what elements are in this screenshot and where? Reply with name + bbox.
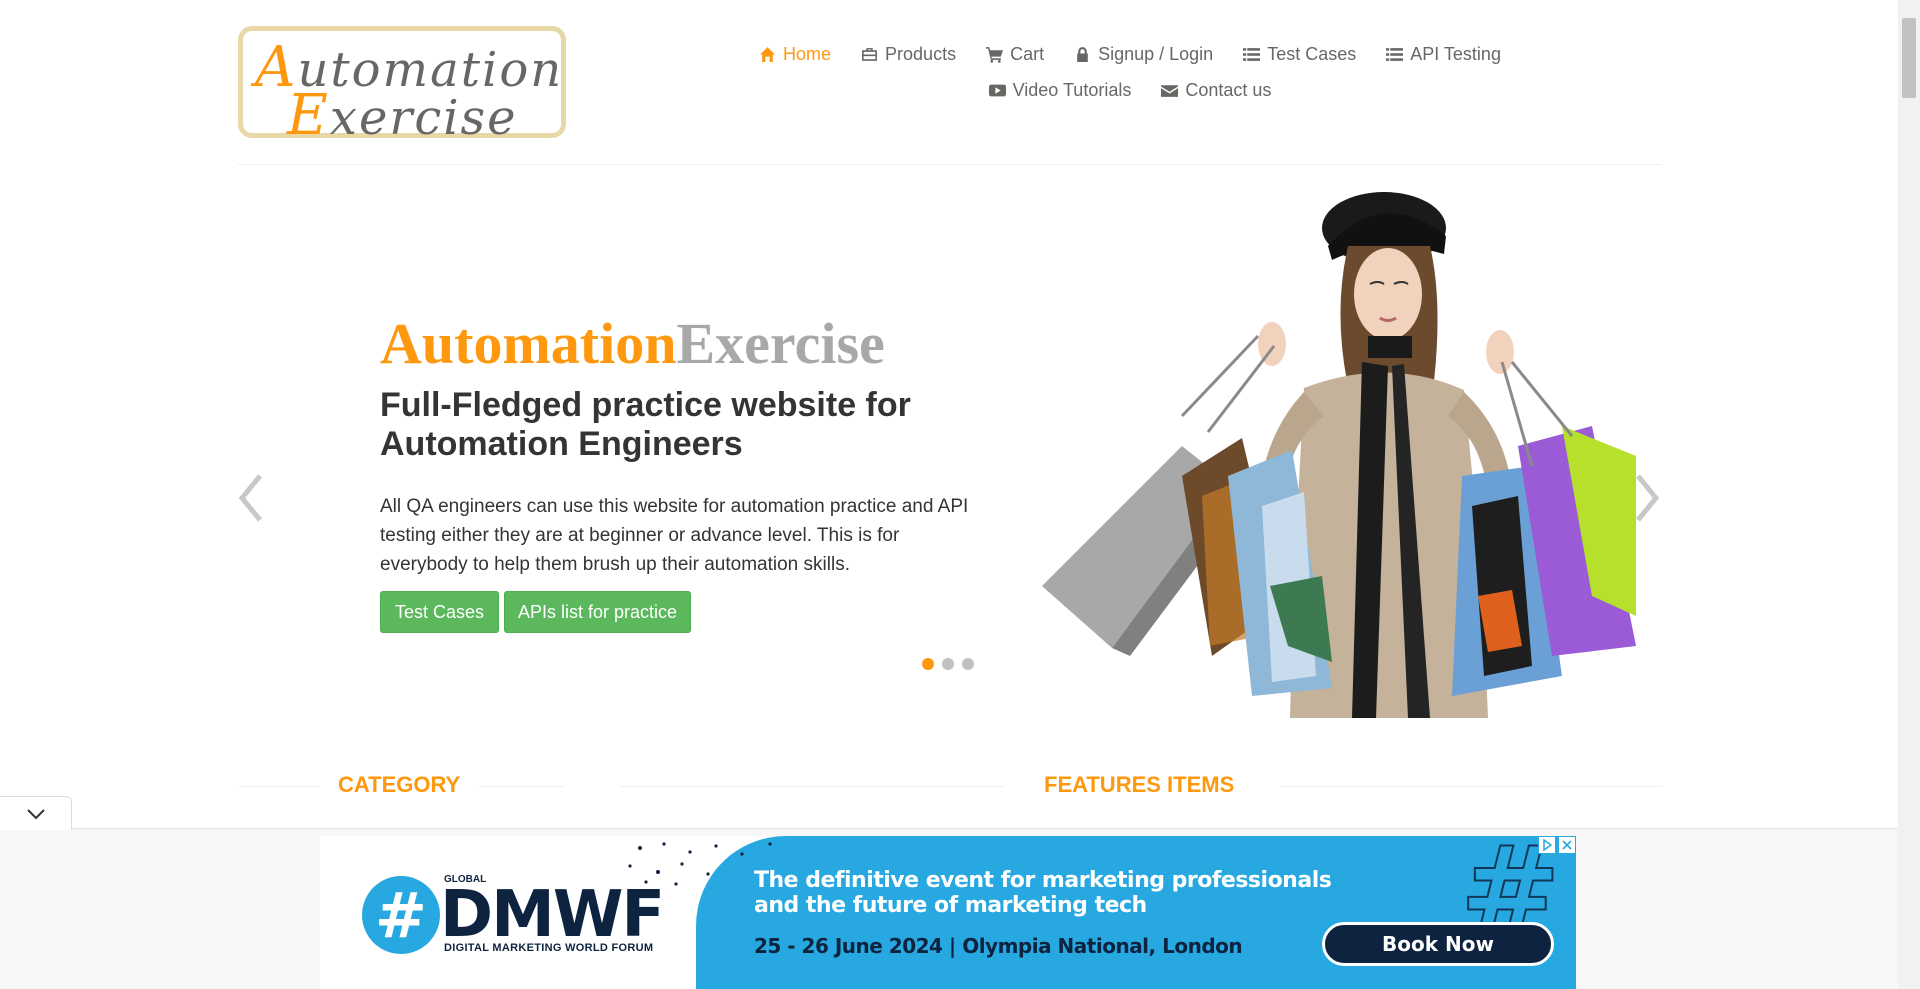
features-divider-right bbox=[1280, 786, 1662, 787]
briefcase-icon bbox=[862, 47, 877, 61]
ad-book-now-button[interactable]: Book Now bbox=[1322, 922, 1554, 966]
nav-home-label: Home bbox=[783, 43, 832, 64]
site-logo[interactable]: Automation Exercise bbox=[238, 26, 566, 148]
nav-test-cases-label: Test Cases bbox=[1267, 43, 1357, 64]
cart-icon bbox=[986, 46, 1004, 63]
ad-date: 25 - 26 June 2024 | Olympia National, Lo… bbox=[754, 934, 1243, 958]
list-icon bbox=[1386, 47, 1404, 61]
nav-signup-login-label: Signup / Login bbox=[1098, 43, 1214, 64]
slider-indicators bbox=[922, 658, 974, 670]
nav-row-2: Video Tutorials Contact us bbox=[700, 72, 1560, 108]
nav-signup-login[interactable]: Signup / Login bbox=[1074, 44, 1213, 65]
category-divider-right bbox=[478, 786, 564, 787]
page: Automation Exercise Home Products Cart S… bbox=[0, 0, 1920, 989]
list-icon bbox=[1243, 47, 1261, 61]
nav-contact-us[interactable]: Contact us bbox=[1161, 80, 1271, 101]
ad-collapse-button[interactable] bbox=[0, 796, 72, 830]
chevron-right-icon bbox=[1636, 474, 1660, 522]
ad-close-button[interactable] bbox=[1558, 836, 1576, 854]
category-divider-left bbox=[238, 786, 320, 787]
logo-line-2: Exercise bbox=[287, 83, 518, 148]
chevron-down-icon bbox=[26, 808, 45, 819]
category-title: CATEGORY bbox=[338, 772, 461, 797]
nav-contact-us-label: Contact us bbox=[1185, 79, 1272, 100]
slider-dot-3[interactable] bbox=[962, 658, 974, 670]
test-cases-button[interactable]: Test Cases bbox=[380, 591, 499, 633]
ad-headline: The definitive event for marketing profe… bbox=[754, 868, 1332, 918]
nav-api-testing[interactable]: API Testing bbox=[1386, 44, 1501, 65]
envelope-icon bbox=[1161, 84, 1179, 97]
ad-subtitle: DIGITAL MARKETING WORLD FORUM bbox=[444, 942, 654, 954]
slide-headline: Full-Fledged practice website for Automa… bbox=[380, 386, 911, 463]
slider-dot-2[interactable] bbox=[942, 658, 954, 670]
slider-dot-1[interactable] bbox=[922, 658, 934, 670]
ad-choices-button[interactable] bbox=[1538, 836, 1556, 854]
close-icon bbox=[1562, 840, 1572, 850]
nav-products-label: Products bbox=[885, 43, 957, 64]
header-divider bbox=[238, 164, 1662, 165]
youtube-play-icon bbox=[988, 84, 1006, 96]
nav-home[interactable]: Home bbox=[759, 44, 831, 65]
nav-row-1: Home Products Cart Signup / Login Test C… bbox=[700, 36, 1560, 72]
chevron-left-icon bbox=[238, 474, 262, 522]
ad-hash-logo: # bbox=[362, 876, 440, 954]
home-icon bbox=[760, 46, 775, 62]
main-nav: Home Products Cart Signup / Login Test C… bbox=[700, 36, 1560, 108]
ad-banner[interactable]: # GLOBAL DMWF DIGITAL MARKETING WORLD FO… bbox=[320, 836, 1576, 989]
slider-prev-button[interactable] bbox=[236, 470, 266, 526]
nav-api-testing-label: API Testing bbox=[1410, 43, 1501, 64]
nav-video-tutorials-label: Video Tutorials bbox=[1012, 79, 1132, 100]
nav-video-tutorials[interactable]: Video Tutorials bbox=[988, 79, 1132, 101]
scrollbar-thumb[interactable] bbox=[1902, 18, 1916, 98]
page-scrollbar[interactable] bbox=[1898, 0, 1920, 989]
ad-controls bbox=[1538, 836, 1576, 854]
nav-test-cases[interactable]: Test Cases bbox=[1243, 44, 1356, 65]
ad-brand: DMWF bbox=[440, 878, 665, 952]
slider-next-button[interactable] bbox=[1632, 470, 1662, 526]
features-divider-left bbox=[620, 786, 1004, 787]
features-title: FEATURES ITEMS bbox=[1044, 772, 1235, 797]
ad-choices-icon bbox=[1543, 839, 1553, 851]
nav-products[interactable]: Products bbox=[861, 44, 956, 65]
slide-brand-title: AutomationExercise bbox=[380, 311, 885, 376]
slide-description: All QA engineers can use this website fo… bbox=[380, 496, 969, 575]
nav-cart-label: Cart bbox=[1010, 43, 1045, 64]
apis-list-button[interactable]: APIs list for practice bbox=[504, 591, 691, 633]
hero-image-shopping-girl bbox=[1042, 192, 1636, 718]
lock-icon bbox=[1077, 46, 1088, 62]
nav-cart[interactable]: Cart bbox=[986, 44, 1044, 65]
